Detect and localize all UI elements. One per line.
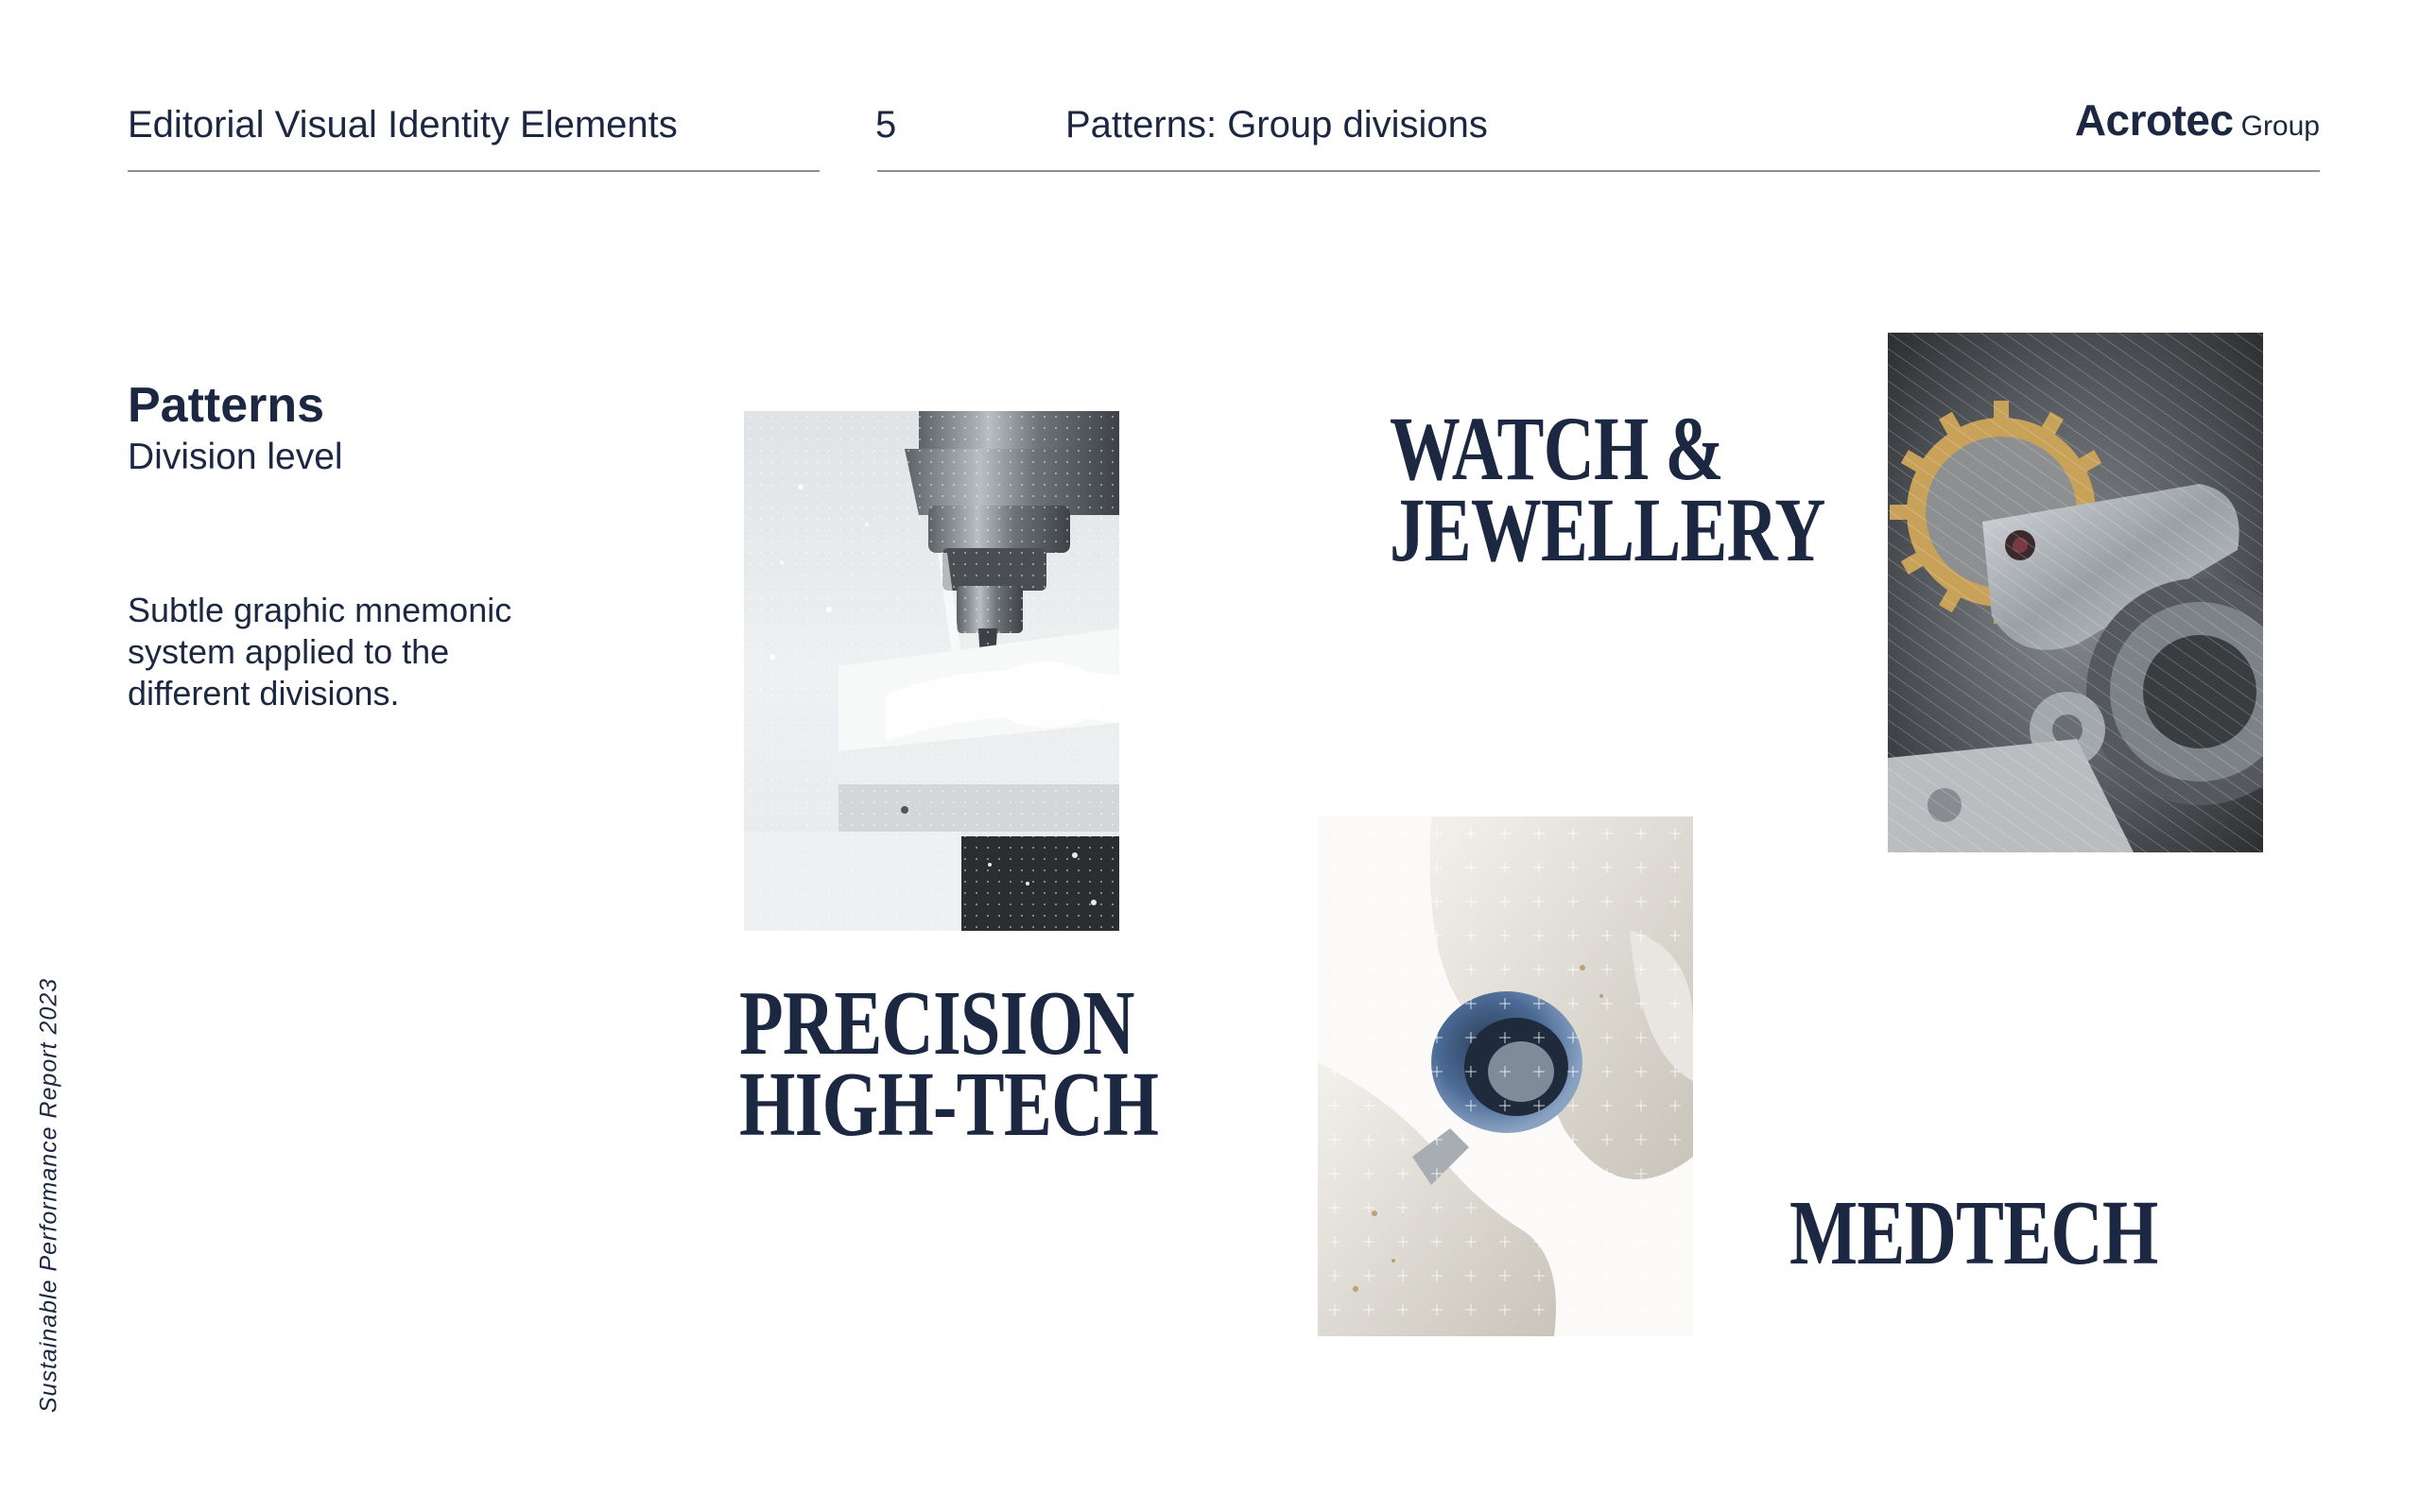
medtech-implant-photo xyxy=(1318,816,1693,1336)
precision-heading-line-2: HIGH-TECH xyxy=(739,1054,1159,1156)
intro-body: Subtle graphic mnemonic system applied t… xyxy=(128,591,512,713)
report-side-caption: Sustainable Performance Report 2023 xyxy=(35,977,62,1414)
logo-group-label: Group xyxy=(2240,111,2320,142)
precision-hightech-heading: PRECISION HIGH-TECH xyxy=(739,972,1159,1156)
header-rule-right xyxy=(877,170,2320,172)
watch-heading-line-1: WATCH & xyxy=(1390,398,1724,499)
section-title: Patterns: Group divisions xyxy=(1065,104,1488,146)
acrotec-logo: Acrotec Group xyxy=(2075,94,2320,146)
precision-machining-photo xyxy=(744,411,1119,931)
watch-heading-line-2: JEWELLERY xyxy=(1390,479,1825,580)
intro-title: Patterns xyxy=(128,378,325,433)
medtech-heading: MEDTECH xyxy=(1789,1182,2158,1284)
medtech-heading-line-1: MEDTECH xyxy=(1789,1182,2158,1284)
watch-jewellery-heading: WATCH & JEWELLERY xyxy=(1390,398,1825,580)
logo-wordmark: Acrotec xyxy=(2074,95,2234,145)
watch-movement-photo xyxy=(1888,333,2263,852)
precision-heading-line-1: PRECISION xyxy=(739,972,1135,1074)
intro-subtitle: Division level xyxy=(128,437,343,477)
document-title: Editorial Visual Identity Elements xyxy=(128,104,678,146)
page-number: 5 xyxy=(875,104,897,146)
header-rule-left xyxy=(128,170,820,172)
